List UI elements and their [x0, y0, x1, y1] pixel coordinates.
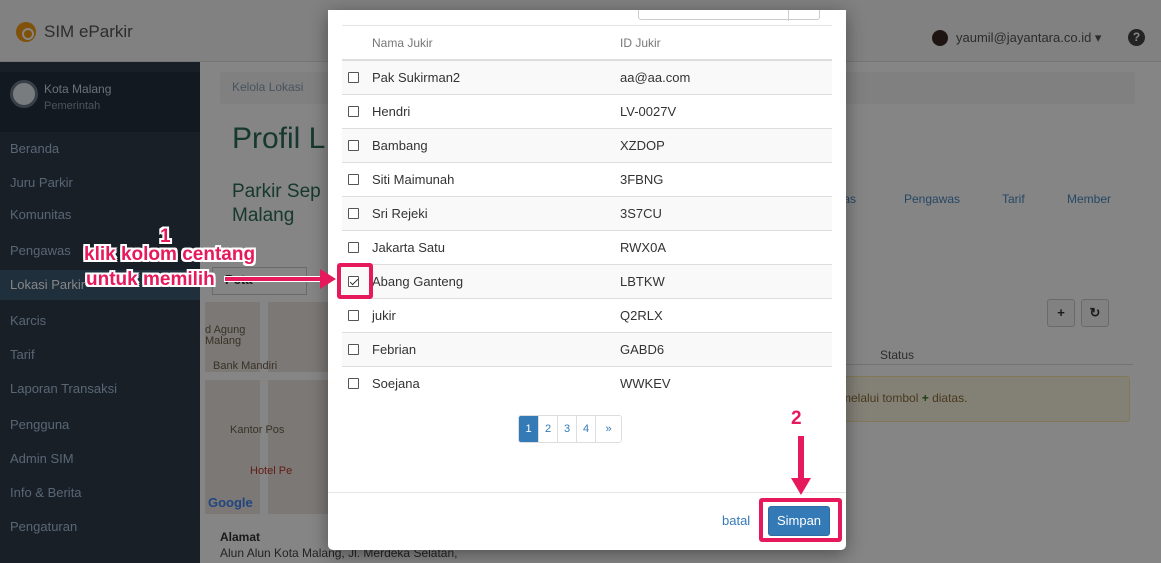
jukir-name: Hendri — [372, 93, 620, 128]
highlight-checkbox — [337, 263, 373, 299]
pagination: 1 2 3 4 » — [518, 415, 622, 443]
jukir-id: 3S7CU — [620, 195, 832, 230]
arrow-right-icon — [224, 276, 322, 282]
step-1-line-2: untuk memilih — [86, 269, 215, 290]
row-checkbox[interactable] — [348, 309, 359, 321]
row-checkbox-cell — [342, 161, 372, 196]
arrow-head — [791, 478, 811, 495]
jukir-name: jukir — [372, 297, 620, 332]
table-row[interactable]: Pak Sukirman2 aa@aa.com — [342, 59, 832, 94]
jukir-name: Soejana — [372, 365, 620, 400]
page-4[interactable]: 4 — [576, 416, 595, 442]
header-nama-jukir: Nama Jukir — [372, 26, 620, 61]
jukir-id: RWX0A — [620, 229, 832, 264]
table-row[interactable]: jukir Q2RLX — [342, 297, 832, 332]
highlight-save-button — [759, 498, 842, 542]
jukir-table: Nama Jukir ID Jukir Pak Sukirman2 aa@aa.c… — [342, 26, 832, 400]
step-2-number: 2 — [791, 408, 802, 429]
row-checkbox[interactable] — [348, 343, 359, 355]
row-checkbox-cell — [342, 195, 372, 230]
row-checkbox[interactable] — [348, 139, 359, 151]
jukir-name: Sri Rejeki — [372, 195, 620, 230]
table-header: Nama Jukir ID Jukir — [342, 26, 832, 61]
jukir-id: LV-0027V — [620, 93, 832, 128]
row-checkbox-cell — [342, 59, 372, 94]
row-checkbox[interactable] — [348, 173, 359, 185]
jukir-name: Febrian — [372, 331, 620, 366]
row-checkbox[interactable] — [348, 207, 359, 219]
row-checkbox-cell — [342, 229, 372, 264]
jukir-name: Siti Maimunah — [372, 161, 620, 196]
next-page-button[interactable]: » — [595, 416, 621, 442]
jukir-id: WWKEV — [620, 365, 832, 400]
table-row[interactable]: Hendri LV-0027V — [342, 93, 832, 128]
divider — [328, 492, 846, 493]
table-row[interactable]: Soejana WWKEV — [342, 365, 832, 400]
table-row[interactable]: Sri Rejeki 3S7CU — [342, 195, 832, 230]
table-row[interactable]: Abang Ganteng LBTKW — [342, 263, 832, 298]
page-1[interactable]: 1 — [519, 416, 538, 442]
table-row[interactable]: Siti Maimunah 3FBNG — [342, 161, 832, 196]
jukir-name: Abang Ganteng — [372, 263, 620, 298]
jukir-id: GABD6 — [620, 331, 832, 366]
row-checkbox-cell — [342, 331, 372, 366]
step-1-line-1: klik kolom centang — [84, 244, 256, 265]
row-checkbox[interactable] — [348, 71, 359, 83]
row-checkbox[interactable] — [348, 377, 359, 389]
cancel-button[interactable]: batal — [722, 513, 750, 528]
page-3[interactable]: 3 — [557, 416, 576, 442]
row-checkbox-cell — [342, 365, 372, 400]
arrow-head — [320, 269, 336, 289]
row-checkbox-cell — [342, 297, 372, 332]
jukir-id: 3FBNG — [620, 161, 832, 196]
header-checkbox-col — [342, 26, 372, 61]
row-checkbox[interactable] — [348, 105, 359, 117]
jukir-id: Q2RLX — [620, 297, 832, 332]
jukir-id: XZDOP — [620, 127, 832, 162]
table-row[interactable]: Bambang XZDOP — [342, 127, 832, 162]
arrow-down-icon — [798, 436, 804, 480]
table-row[interactable]: Febrian GABD6 — [342, 331, 832, 366]
jukir-name: Jakarta Satu — [372, 229, 620, 264]
table-row[interactable]: Jakarta Satu RWX0A — [342, 229, 832, 264]
page-2[interactable]: 2 — [538, 416, 557, 442]
header-id-jukir: ID Jukir — [620, 26, 832, 61]
row-checkbox-cell — [342, 93, 372, 128]
select-jukir-modal: Nama Jukir ID Jukir Pak Sukirman2 aa@aa.c… — [328, 10, 846, 550]
jukir-name: Bambang — [372, 127, 620, 162]
jukir-id: aa@aa.com — [620, 59, 832, 94]
jukir-name: Pak Sukirman2 — [372, 59, 620, 94]
row-checkbox[interactable] — [348, 241, 359, 253]
jukir-id: LBTKW — [620, 263, 832, 298]
search-input[interactable] — [638, 10, 820, 21]
row-checkbox-cell — [342, 127, 372, 162]
